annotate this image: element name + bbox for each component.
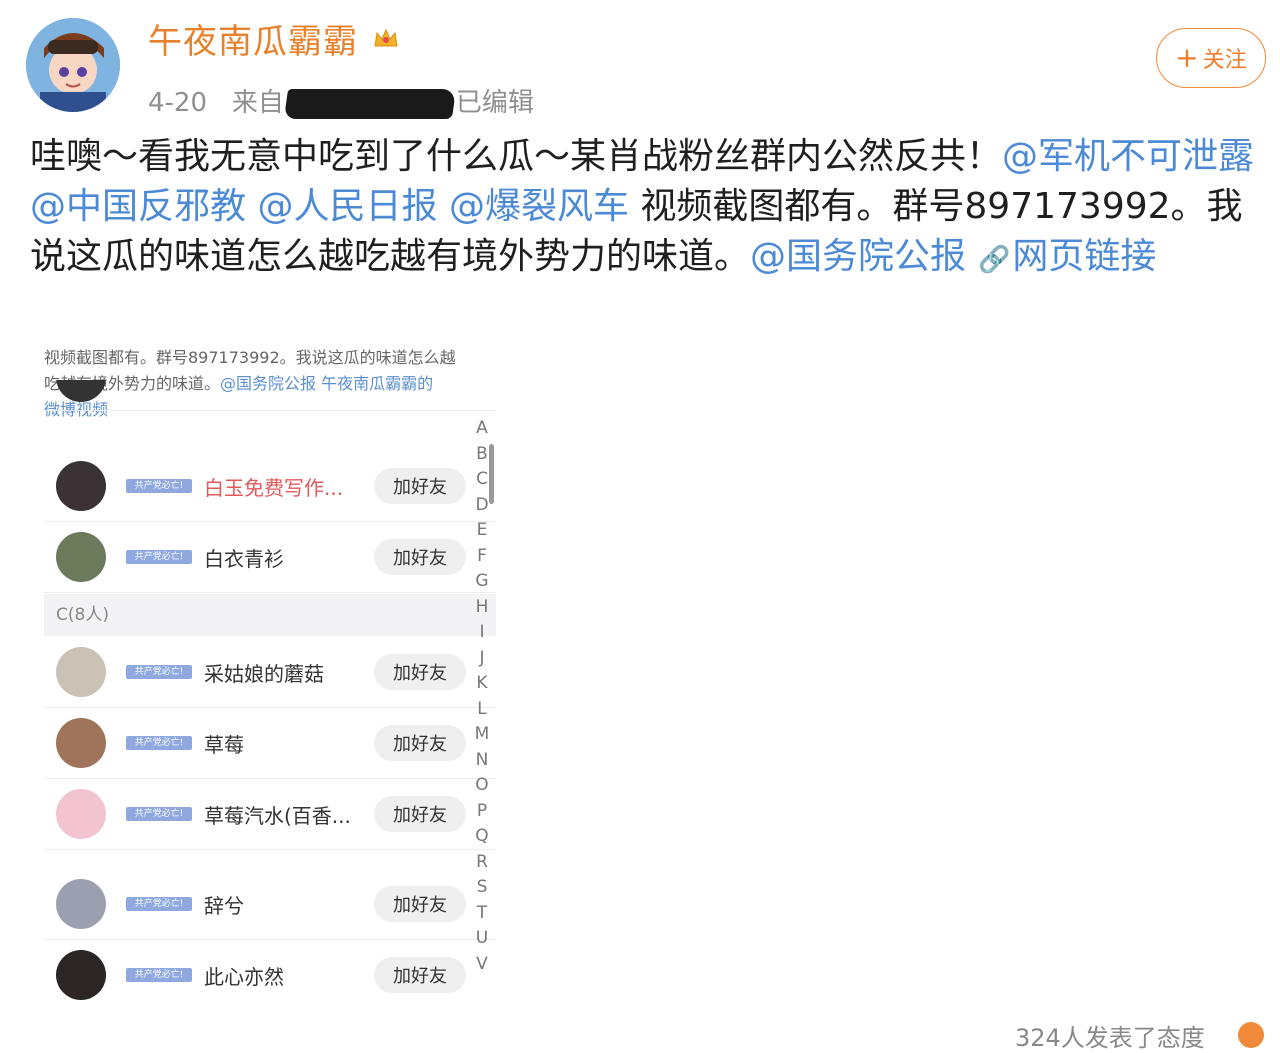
mention-3[interactable]: @人民日报 <box>257 186 437 227</box>
alphabet-index-letter[interactable]: F <box>474 544 490 570</box>
member-badge: 共产党必亡! <box>126 897 192 911</box>
add-friend-button[interactable]: 加好友 <box>374 468 466 504</box>
member-badge: 共产党必亡! <box>126 968 192 982</box>
alphabet-index-letter[interactable]: C <box>474 467 490 493</box>
add-friend-button[interactable]: 加好友 <box>374 957 466 993</box>
member-badge: 共产党必亡! <box>126 550 192 564</box>
member-avatar <box>56 718 106 768</box>
attached-screenshot[interactable]: 视频截图都有。群号897173992。我说这瓜的味道怎么越 吃越有境外势力的味道… <box>40 340 500 1000</box>
list-item-partial <box>44 380 496 411</box>
alphabet-index-letter[interactable]: H <box>474 595 490 621</box>
mention-1[interactable]: @军机不可泄露 <box>1002 136 1254 177</box>
member-avatar <box>56 950 106 1000</box>
list-item[interactable]: 共产党必亡! 草莓汽水(百香... 加好友 <box>44 778 496 850</box>
member-name: 采姑娘的蘑菇 <box>204 662 324 686</box>
member-name: 此心亦然 <box>204 965 284 989</box>
member-badge: 共产党必亡! <box>126 736 192 750</box>
source-prefix: 来自 <box>231 88 284 118</box>
add-friend-button[interactable]: 加好友 <box>374 796 466 832</box>
mention-5[interactable]: @国务院公报 <box>750 236 966 277</box>
alphabet-index-letter[interactable]: T <box>474 901 490 927</box>
mention-4[interactable]: @爆裂风车 <box>449 186 629 227</box>
alphabet-index-letter[interactable]: O <box>474 773 490 799</box>
list-item[interactable]: 共产党必亡! 采姑娘的蘑菇 加好友 <box>44 636 496 708</box>
member-avatar <box>56 789 106 839</box>
alphabet-index-letter[interactable]: M <box>474 722 490 748</box>
member-name: 草莓 <box>204 733 244 757</box>
member-avatar <box>56 532 106 582</box>
member-name: 白玉免费写作... <box>204 476 344 500</box>
alphabet-index-letter[interactable]: B <box>474 442 490 468</box>
follow-button[interactable]: + 关注 <box>1156 28 1266 88</box>
add-friend-button[interactable]: 加好友 <box>374 539 466 575</box>
crown-icon <box>372 26 400 54</box>
alphabet-index-letter[interactable]: G <box>474 569 490 595</box>
post-text-1: 哇噢～看我无意中吃到了什么瓜～某肖战粉丝群内公然反共！ <box>30 136 1003 177</box>
member-badge: 共产党必亡! <box>126 479 192 493</box>
alphabet-index-letter[interactable]: S <box>474 875 490 901</box>
alphabet-index-letter[interactable]: K <box>474 671 490 697</box>
list-item[interactable]: 共产党必亡! 辞兮 加好友 <box>44 868 496 940</box>
alphabet-index-letter[interactable]: J <box>474 646 490 672</box>
scrollbar[interactable] <box>489 444 494 504</box>
reaction-icon <box>1238 1022 1264 1048</box>
plus-icon: + <box>1175 41 1199 74</box>
mention-2[interactable]: @中国反邪教 <box>30 186 246 227</box>
add-friend-button[interactable]: 加好友 <box>374 654 466 690</box>
add-friend-button[interactable]: 加好友 <box>374 886 466 922</box>
alphabet-index-letter[interactable]: D <box>474 493 490 519</box>
member-avatar <box>56 461 106 511</box>
member-badge: 共产党必亡! <box>126 807 192 821</box>
alphabet-index-letter[interactable]: R <box>474 850 490 876</box>
post-date: 4-20 <box>148 88 208 118</box>
member-avatar <box>56 879 106 929</box>
member-badge: 共产党必亡! <box>126 665 192 679</box>
section-header: C(8人) <box>44 594 496 636</box>
edited-label: 已编辑 <box>455 88 534 118</box>
link-icon: 🔗 <box>978 245 1011 275</box>
list-item[interactable]: 共产党必亡! 草莓 加好友 <box>44 707 496 779</box>
alphabet-index-letter[interactable]: V <box>474 952 490 978</box>
alphabet-index-letter[interactable]: U <box>474 926 490 952</box>
member-avatar <box>56 647 106 697</box>
member-name: 白衣青衫 <box>204 547 284 571</box>
reactions-summary[interactable]: 324人发表了态度 <box>1015 1018 1205 1053</box>
member-name: 草莓汽水(百香... <box>204 804 351 828</box>
web-link[interactable]: 网页链接 <box>1012 236 1156 277</box>
list-item[interactable]: 共产党必亡! 白玉免费写作... 加好友 <box>44 450 496 522</box>
redacted-source <box>283 88 456 119</box>
follow-label: 关注 <box>1202 48 1247 73</box>
add-friend-button[interactable]: 加好友 <box>374 725 466 761</box>
alphabet-index[interactable]: ABCDEFGHIJKLMNOPQRSTUV <box>474 416 490 977</box>
alphabet-index-letter[interactable]: I <box>474 620 490 646</box>
alphabet-index-letter[interactable]: P <box>474 799 490 825</box>
username[interactable]: 午夜南瓜霸霸 <box>148 14 358 63</box>
post-meta: 4-20 来自 已编辑 <box>148 82 534 119</box>
user-avatar[interactable] <box>26 18 120 112</box>
alphabet-index-letter[interactable]: N <box>474 748 490 774</box>
list-item[interactable]: 共产党必亡! 白衣青衫 加好友 <box>44 521 496 593</box>
caption-line-1: 视频截图都有。群号897173992。我说这瓜的味道怎么越 <box>44 348 456 367</box>
alphabet-index-letter[interactable]: Q <box>474 824 490 850</box>
alphabet-index-letter[interactable]: A <box>474 416 490 442</box>
post-body: 哇噢～看我无意中吃到了什么瓜～某肖战粉丝群内公然反共！@军机不可泄露 @中国反邪… <box>30 132 1260 285</box>
member-name: 辞兮 <box>204 894 244 918</box>
alphabet-index-letter[interactable]: E <box>474 518 490 544</box>
list-item[interactable]: 共产党必亡! 此心亦然 加好友 <box>44 939 496 1000</box>
alphabet-index-letter[interactable]: L <box>474 697 490 723</box>
